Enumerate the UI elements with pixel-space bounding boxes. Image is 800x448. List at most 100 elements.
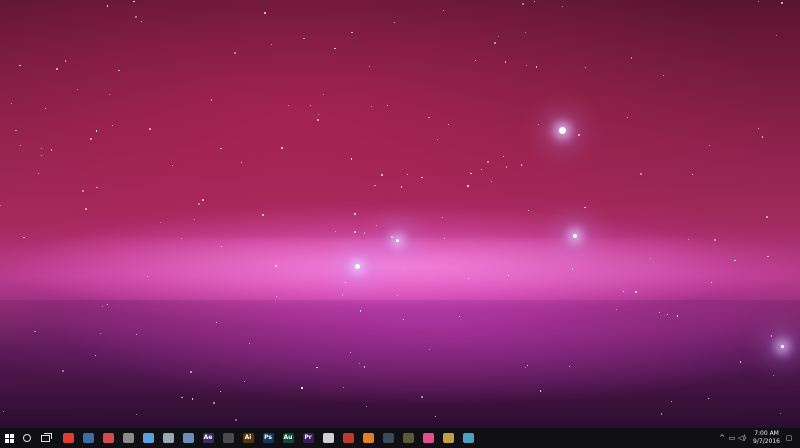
taskbar-app-terminal[interactable] <box>218 428 238 448</box>
star <box>95 354 97 357</box>
star <box>350 352 352 354</box>
star <box>640 173 643 176</box>
taskbar-app-photos[interactable] <box>178 428 198 448</box>
star <box>275 264 278 267</box>
clock-time: 7:00 AM <box>754 430 779 437</box>
star <box>442 10 444 12</box>
star <box>171 165 173 167</box>
taskbar-app-app-red[interactable] <box>338 428 358 448</box>
star <box>540 390 542 392</box>
taskbar-app-store[interactable] <box>118 428 138 448</box>
star <box>323 93 325 95</box>
taskbar-app-itunes[interactable] <box>418 428 438 448</box>
network-icon[interactable]: ▭ <box>727 434 737 442</box>
star <box>708 144 711 146</box>
star <box>406 173 409 175</box>
star <box>400 186 402 188</box>
star <box>234 419 237 422</box>
taskbar-app-photoshop[interactable]: Ps <box>258 428 278 448</box>
taskbar-app-steam[interactable] <box>78 428 98 448</box>
star <box>193 219 195 221</box>
clock[interactable]: 7:00 AM 9/7/2016 <box>753 430 780 446</box>
terminal-icon <box>222 433 234 443</box>
desktop[interactable]: Ae Ai Ps Au Pr ^ ▭ ◁) 7:00 AM 9/7/2016 ▢ <box>0 0 800 448</box>
star <box>659 312 661 314</box>
star <box>19 144 21 146</box>
volume-icon[interactable]: ◁) <box>737 434 747 442</box>
star <box>494 41 497 44</box>
taskbar-app-calendar[interactable] <box>98 428 118 448</box>
star <box>159 221 161 223</box>
star <box>365 406 367 408</box>
star <box>342 294 344 296</box>
bright-star <box>354 263 360 269</box>
star <box>82 190 84 192</box>
star <box>220 245 222 248</box>
star <box>118 70 120 72</box>
taskbar-app-illustrator[interactable]: Ai <box>238 428 258 448</box>
star <box>317 119 320 122</box>
chevron-up-icon[interactable]: ^ <box>717 434 727 442</box>
star <box>781 2 784 5</box>
star <box>537 124 540 126</box>
task-view-button[interactable] <box>36 428 54 448</box>
star <box>503 155 505 157</box>
star <box>23 236 25 238</box>
taskbar-app-settings[interactable] <box>458 428 478 448</box>
taskbar-app-media-player[interactable] <box>138 428 158 448</box>
music-icon <box>422 433 434 443</box>
taskbar-app-equalizer[interactable] <box>438 428 458 448</box>
star <box>240 162 242 164</box>
star <box>707 398 709 400</box>
star <box>15 130 17 132</box>
film-icon <box>382 433 394 443</box>
star <box>364 366 366 368</box>
illustrator-icon: Ai <box>242 433 254 443</box>
star <box>317 113 319 115</box>
star <box>351 31 353 33</box>
start-button[interactable] <box>0 428 18 448</box>
taskbar-app-app-orange[interactable] <box>358 428 378 448</box>
star <box>350 158 352 160</box>
taskbar-app-chrome[interactable] <box>58 428 78 448</box>
star <box>280 147 283 150</box>
taskbar-app-premiere[interactable]: Pr <box>298 428 318 448</box>
taskbar-app-video-editor[interactable] <box>378 428 398 448</box>
star <box>45 107 47 110</box>
taskbar-app-after-effects[interactable]: Ae <box>198 428 218 448</box>
bright-star <box>573 234 577 238</box>
taskbar-app-keyboard[interactable] <box>158 428 178 448</box>
star <box>467 185 470 188</box>
star <box>233 51 236 54</box>
star <box>584 67 586 69</box>
taskbar-app-corsair[interactable] <box>318 428 338 448</box>
star <box>359 362 361 365</box>
star <box>275 295 277 297</box>
star <box>249 343 251 345</box>
star <box>710 282 712 284</box>
star <box>508 275 510 277</box>
star <box>524 32 526 34</box>
star <box>56 67 59 70</box>
taskbar-app-game[interactable] <box>398 428 418 448</box>
equalizer-icon <box>442 433 454 443</box>
star <box>584 206 586 208</box>
taskbar-app-audition[interactable]: Au <box>278 428 298 448</box>
star <box>309 104 311 107</box>
star <box>578 134 581 137</box>
star <box>428 348 430 351</box>
star <box>448 124 450 126</box>
star <box>533 1 536 3</box>
star <box>38 173 40 175</box>
action-center-icon[interactable]: ▢ <box>784 434 794 442</box>
star <box>635 290 638 293</box>
star <box>434 415 437 417</box>
star <box>197 202 200 205</box>
star <box>376 224 378 227</box>
search-button[interactable] <box>18 428 36 448</box>
media-player-icon <box>142 433 154 443</box>
audition-icon: Au <box>282 433 294 443</box>
star <box>191 398 194 400</box>
star <box>381 174 384 177</box>
star <box>374 185 376 187</box>
